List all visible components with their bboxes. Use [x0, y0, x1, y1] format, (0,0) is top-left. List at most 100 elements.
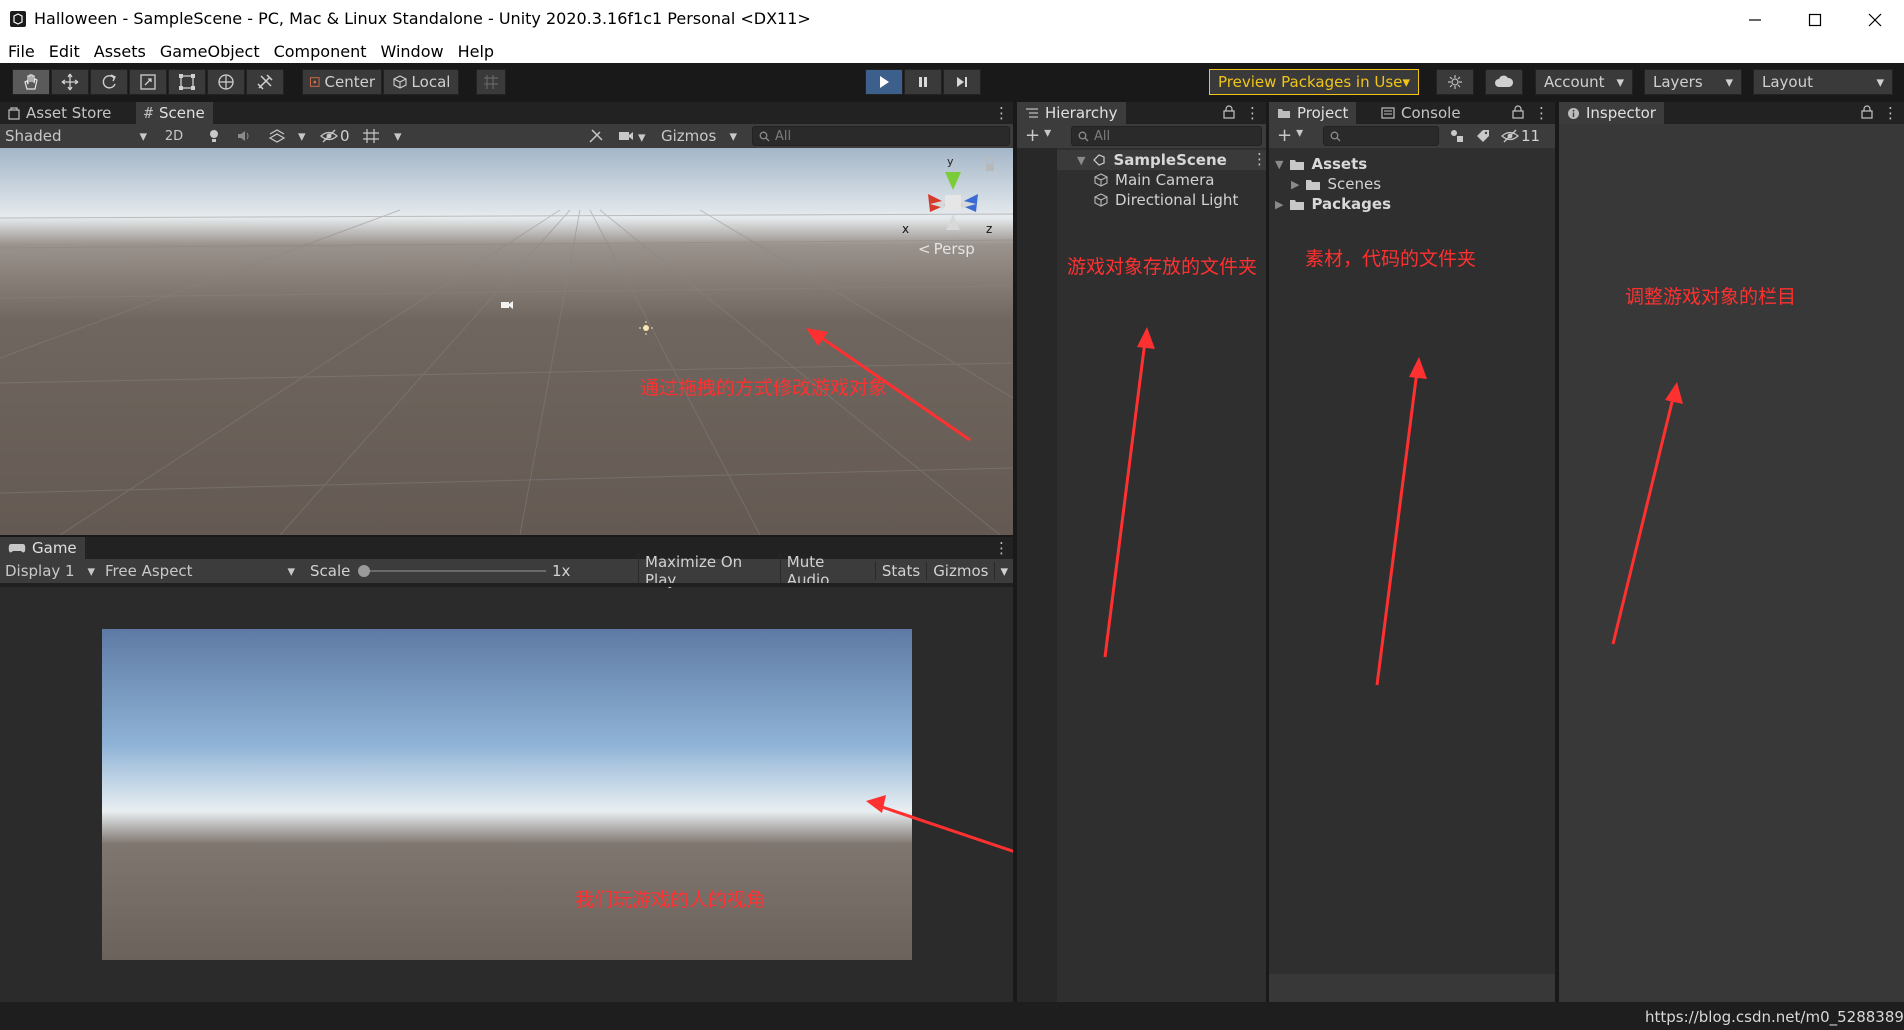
hierarchy-item-directional-light[interactable]: Directional Light	[1093, 190, 1238, 210]
hierarchy-search-input[interactable]: All	[1071, 126, 1262, 146]
game-gizmos-toggle[interactable]: Gizmos	[926, 562, 994, 580]
tab-console-label: Console	[1401, 104, 1461, 122]
scale-slider-thumb[interactable]	[358, 565, 370, 577]
pivot-local-label: Local	[411, 73, 451, 91]
pause-button[interactable]	[904, 69, 942, 95]
game-view[interactable]: 我们玩游戏的人的视角	[102, 629, 912, 960]
tab-inspector[interactable]: Inspector	[1559, 102, 1664, 124]
chevron-down-icon[interactable]: ▾	[394, 127, 402, 145]
tab-console[interactable]: Console	[1373, 102, 1469, 124]
search-icon	[759, 131, 770, 141]
minimize-icon[interactable]	[1726, 0, 1784, 39]
shading-dropdown[interactable]: Shaded ▾	[0, 124, 152, 148]
chevron-down-icon[interactable]: ▾	[994, 562, 1013, 580]
kebab-menu-icon[interactable]: ⋮	[1252, 150, 1267, 168]
menu-file[interactable]: File	[8, 42, 35, 61]
collab-icon[interactable]	[1436, 69, 1474, 95]
create-button[interactable]: + ▾	[1277, 125, 1303, 146]
move-tool-icon[interactable]	[51, 69, 89, 95]
tab-asset-store[interactable]: Asset Store	[0, 102, 119, 124]
rotate-tool-icon[interactable]	[90, 69, 128, 95]
chevron-down-icon: ▼	[1077, 153, 1086, 167]
splitter[interactable]	[0, 535, 1013, 537]
project-item-assets[interactable]: ▼ Assets	[1275, 154, 1367, 174]
tab-scene[interactable]: # Scene	[136, 102, 213, 124]
hierarchy-panel: Hierarchy ⋮ + ▾ All ▼ SampleScene ⋮ Main …	[1017, 102, 1267, 1002]
annotation-arrow-icon	[1611, 382, 1683, 645]
stats-toggle[interactable]: Stats	[874, 562, 926, 580]
hand-tool-icon[interactable]	[12, 69, 50, 95]
lighting-icon[interactable]	[206, 128, 222, 144]
lock-icon[interactable]	[1512, 105, 1524, 119]
directional-light-gizmo[interactable]	[638, 320, 654, 336]
axis-z-label: z	[986, 222, 993, 236]
layers-dropdown[interactable]: Layers ▾	[1644, 69, 1742, 95]
chevron-down-icon[interactable]: ▾	[298, 127, 306, 145]
grid-toggle-icon[interactable]	[362, 128, 380, 144]
2d-toggle[interactable]: 2D	[158, 124, 190, 148]
pivot-local-button[interactable]: Local	[383, 69, 459, 95]
scene-tab-bar: Asset Store # Scene ⋮	[0, 102, 1013, 124]
tools-icon[interactable]	[588, 128, 604, 144]
kebab-menu-icon[interactable]: ⋮	[994, 539, 1009, 557]
gizmos-dropdown[interactable]: Gizmos ▾	[656, 124, 742, 148]
display-dropdown[interactable]: Display 1 ▾	[0, 559, 100, 583]
project-search-input[interactable]	[1323, 126, 1439, 146]
menu-assets[interactable]: Assets	[94, 42, 146, 61]
step-button[interactable]	[943, 69, 981, 95]
main-camera-gizmo[interactable]	[500, 300, 514, 310]
scene-viewport[interactable]: y x z < Persp 通过拖拽的方式修改游戏对象	[0, 148, 1013, 535]
menu-edit[interactable]: Edit	[49, 42, 80, 61]
layout-dropdown[interactable]: Layout ▾	[1753, 69, 1893, 95]
hidden-packages-toggle[interactable]: 11	[1501, 127, 1540, 145]
menu-help[interactable]: Help	[458, 42, 494, 61]
menu-window[interactable]: Window	[380, 42, 443, 61]
cloud-icon[interactable]	[1485, 69, 1523, 95]
filter-label-icon[interactable]	[1475, 128, 1491, 144]
create-button[interactable]: + ▾	[1025, 125, 1051, 146]
project-item-scenes[interactable]: ▶ Scenes	[1291, 174, 1381, 194]
filter-type-icon[interactable]	[1449, 128, 1465, 144]
tab-game[interactable]: Game	[0, 537, 85, 559]
transform-tool-icon[interactable]	[207, 69, 245, 95]
menu-component[interactable]: Component	[274, 42, 367, 61]
audio-icon[interactable]	[236, 128, 252, 144]
aspect-dropdown[interactable]: Free Aspect ▾	[100, 559, 300, 583]
layout-label: Layout	[1762, 73, 1813, 91]
splitter[interactable]	[1013, 102, 1017, 1002]
kebab-menu-icon[interactable]: ⋮	[1534, 104, 1549, 122]
project-item-packages[interactable]: ▶ Packages	[1275, 194, 1391, 214]
effects-icon[interactable]	[268, 128, 286, 144]
grid-snap-icon[interactable]	[476, 69, 506, 95]
scale-tool-icon[interactable]	[129, 69, 167, 95]
hierarchy-item-main-camera[interactable]: Main Camera	[1093, 170, 1214, 190]
tab-project-label: Project	[1297, 104, 1349, 122]
lock-icon[interactable]	[1223, 105, 1235, 119]
splitter[interactable]	[1266, 102, 1269, 1002]
lock-icon[interactable]	[1861, 105, 1873, 119]
kebab-menu-icon[interactable]: ⋮	[1883, 104, 1898, 122]
persp-toggle[interactable]: < Persp	[918, 240, 975, 258]
list-icon	[1026, 108, 1038, 118]
menu-gameobject[interactable]: GameObject	[160, 42, 260, 61]
camera-settings-button[interactable]: ▾	[618, 128, 646, 146]
preview-packages-button[interactable]: Preview Packages in Use ▾	[1209, 69, 1419, 95]
tab-hierarchy[interactable]: Hierarchy	[1017, 102, 1126, 124]
scene-row[interactable]: ▼ SampleScene ⋮	[1057, 150, 1267, 170]
pivot-center-button[interactable]: Center	[302, 69, 382, 95]
tab-project[interactable]: Project	[1269, 102, 1357, 124]
scene-search-input[interactable]: All	[752, 126, 1010, 146]
rect-tool-icon[interactable]	[168, 69, 206, 95]
maximize-icon[interactable]	[1786, 0, 1844, 39]
kebab-menu-icon[interactable]: ⋮	[1245, 104, 1260, 122]
camera-icon	[619, 132, 633, 140]
account-dropdown[interactable]: Account ▾	[1535, 69, 1633, 95]
scale-slider[interactable]	[358, 565, 546, 577]
close-icon[interactable]	[1846, 0, 1904, 39]
hidden-objects-toggle[interactable]: 0	[320, 127, 350, 145]
splitter[interactable]	[1555, 102, 1559, 1002]
tab-scene-label: Scene	[159, 104, 205, 122]
kebab-menu-icon[interactable]: ⋮	[994, 104, 1009, 122]
custom-tool-icon[interactable]	[246, 69, 284, 95]
play-button[interactable]	[865, 69, 903, 95]
